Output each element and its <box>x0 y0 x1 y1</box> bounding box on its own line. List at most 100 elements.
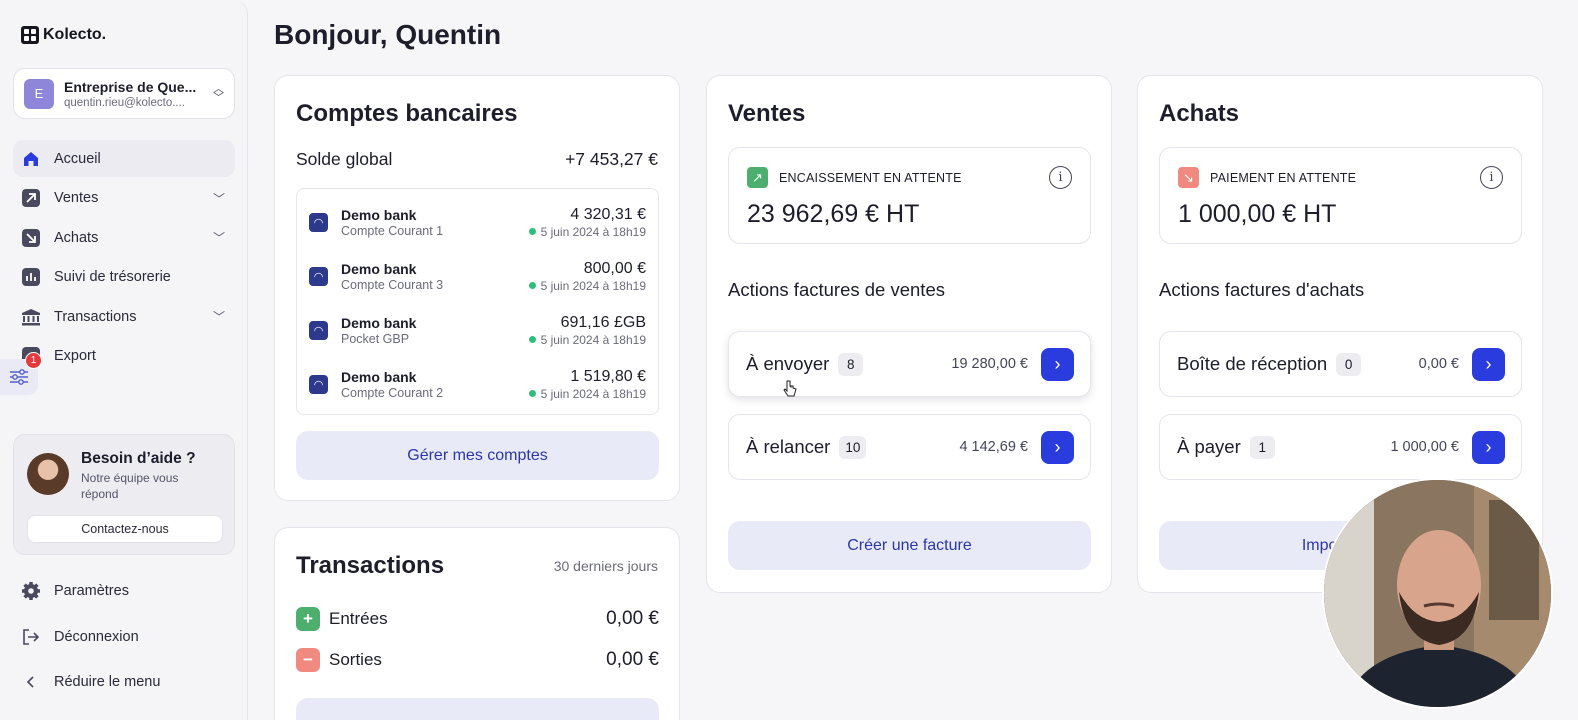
income-value: 0,00 € <box>606 608 659 629</box>
list-item[interactable]: ◠ Demo bank Compte Courant 3 800,00 € 5 ju… <box>297 249 658 303</box>
logout-icon <box>21 627 41 647</box>
plus-icon: + <box>296 607 320 631</box>
bank-logo-icon: ◠ <box>309 212 328 232</box>
account-sync-date: 5 juin 2024 à 18h19 <box>528 387 646 401</box>
account-bank: Demo bank <box>341 368 417 385</box>
create-invoice-button[interactable]: Créer une facture <box>728 521 1091 570</box>
bank-logo-icon: ◠ <box>309 320 328 340</box>
minus-icon: − <box>296 648 320 672</box>
action-to-pay[interactable]: À payer 1 1 000,00 € › <box>1159 414 1522 480</box>
sidebar-item-label: Suivi de trésorerie <box>54 269 171 285</box>
list-item[interactable]: ◠ Demo bank Compte Courant 1 4 320,31 € 5 … <box>297 195 658 249</box>
chevron-right-icon[interactable]: › <box>1472 430 1505 464</box>
sidebar-item-tresorerie[interactable]: Suivi de trésorerie <box>13 259 235 296</box>
count-badge: 10 <box>839 435 867 459</box>
income-label: Entrées <box>329 609 388 628</box>
sync-status-dot <box>528 335 536 343</box>
chevron-down-icon: ﹀ <box>212 310 225 324</box>
action-inbox[interactable]: Boîte de réception 0 0,00 € › <box>1159 331 1522 397</box>
sidebar-item-label: Paramètres <box>54 583 129 599</box>
webcam-overlay <box>1322 478 1553 709</box>
card-title: Achats <box>1159 100 1240 127</box>
action-label: À relancer <box>746 436 831 457</box>
avatar <box>27 453 69 495</box>
sidebar-item-reduire[interactable]: Réduire le menu <box>13 661 235 703</box>
actions-title: Actions factures d'achats <box>1159 279 1365 300</box>
pending-amount: 23 962,69 € HT <box>747 200 920 228</box>
account-type: Compte Courant 2 <box>341 385 444 400</box>
count-badge: 8 <box>838 352 864 376</box>
sidebar-item-achats[interactable]: Achats ﹀ <box>13 219 235 256</box>
transactions-button[interactable] <box>296 698 659 720</box>
sidebar-item-export[interactable]: Export <box>13 338 235 375</box>
sync-status-dot <box>528 281 536 289</box>
chevron-right-icon[interactable]: › <box>1041 430 1074 464</box>
chevron-right-icon[interactable]: › <box>1472 347 1505 381</box>
income-row: + Entrées 0,00 € <box>296 607 659 631</box>
chevron-up-down-icon: ︿ ﹀ <box>213 82 224 104</box>
bank-accounts-card: Comptes bancaires Solde global +7 453,27… <box>274 75 680 501</box>
transactions-card: Transactions 30 derniers jours + Entrées… <box>274 527 680 720</box>
expense-value: 0,00 € <box>606 649 659 670</box>
global-balance-label: Solde global <box>296 149 393 169</box>
sidebar-item-deconnexion[interactable]: Déconnexion <box>13 616 235 658</box>
manage-accounts-button[interactable]: Gérer mes comptes <box>296 431 659 480</box>
expense-row: − Sorties 0,00 € <box>296 648 659 672</box>
account-amount: 691,16 £GB <box>560 313 646 331</box>
account-type: Pocket GBP <box>341 331 410 346</box>
sidebar-item-parametres[interactable]: Paramètres <box>13 570 235 612</box>
action-label: À payer <box>1177 436 1241 457</box>
notification-badge: 1 <box>25 352 42 369</box>
home-icon <box>21 149 41 169</box>
company-email: quentin.rieu@kolecto.... <box>64 96 185 109</box>
sidebar-item-accueil[interactable]: Accueil <box>13 140 235 177</box>
sidebar-item-label: Ventes <box>54 190 99 206</box>
account-bank: Demo bank <box>341 314 417 331</box>
account-amount: 1 519,80 € <box>570 367 646 385</box>
pending-amount: 1 000,00 € HT <box>1178 200 1337 228</box>
action-label: Boîte de réception <box>1177 353 1328 374</box>
contact-button[interactable]: Contactez-nous <box>27 515 223 543</box>
action-to-remind[interactable]: À relancer 10 4 142,69 € › <box>728 414 1091 480</box>
sidebar-item-label: Transactions <box>54 308 137 325</box>
info-icon[interactable]: i <box>1480 166 1503 189</box>
period-label: 30 derniers jours <box>553 558 658 574</box>
action-amount: 4 142,69 € <box>959 439 1028 455</box>
action-label: À envoyer <box>746 353 830 374</box>
actions-title: Actions factures de ventes <box>728 279 945 300</box>
action-amount: 1 000,00 € <box>1390 439 1459 455</box>
account-list: ◠ Demo bank Compte Courant 1 4 320,31 €5 … <box>296 188 659 415</box>
sidebar-item-ventes[interactable]: Ventes ﹀ <box>13 180 235 217</box>
help-title: Besoin d’aide ? <box>81 450 196 467</box>
sidebar-nav: Accueil Ventes ﹀ Achats ﹀ Suivi de tréso… <box>13 140 235 377</box>
action-amount: 19 280,00 € <box>951 356 1028 372</box>
logo[interactable]: Kolecto. <box>21 26 106 44</box>
account-amount: 800,00 € <box>583 259 646 277</box>
list-item[interactable]: ◠ Demo bank Pocket GBP 691,16 £GB 5 juin 2… <box>297 303 658 357</box>
bank-logo-icon: ◠ <box>309 374 328 394</box>
arrow-up-right-icon: ↗ <box>747 167 768 188</box>
sidebar-item-transactions[interactable]: Transactions ﹀ <box>13 298 235 335</box>
list-item[interactable]: ◠ Demo bank Compte Courant 2 1 519,80 € 5 … <box>297 357 658 411</box>
account-amount: 4 320,31 € <box>570 205 646 223</box>
info-icon[interactable]: i <box>1049 166 1072 189</box>
card-title: Transactions <box>296 552 445 579</box>
help-subtitle: Notre équipe vous répond <box>81 471 179 501</box>
pending-label: PAIEMENT EN ATTENTE <box>1210 171 1357 185</box>
account-sync-date: 5 juin 2024 à 18h19 <box>528 279 646 293</box>
company-switcher[interactable]: E Entreprise de Que... quentin.rieu@kole… <box>13 68 235 119</box>
gear-icon <box>21 581 41 601</box>
sidebar-item-label: Achats <box>54 229 99 246</box>
company-avatar: E <box>24 78 54 109</box>
account-bank: Demo bank <box>341 206 417 223</box>
account-bank: Demo bank <box>341 260 417 277</box>
sync-status-dot <box>528 227 536 235</box>
sales-card: Ventes ↗ ENCAISSEMENT EN ATTENTE i 23 96… <box>706 75 1112 593</box>
chevron-right-icon[interactable]: › <box>1041 347 1074 381</box>
account-type: Compte Courant 1 <box>341 223 444 238</box>
account-sync-date: 5 juin 2024 à 18h19 <box>528 225 646 239</box>
sidebar-item-label: Export <box>54 348 96 364</box>
sidebar-bottom-nav: Paramètres Déconnexion Réduire le menu <box>13 570 235 707</box>
arrow-down-right-icon <box>21 228 41 248</box>
pointer-cursor-icon <box>783 380 797 397</box>
